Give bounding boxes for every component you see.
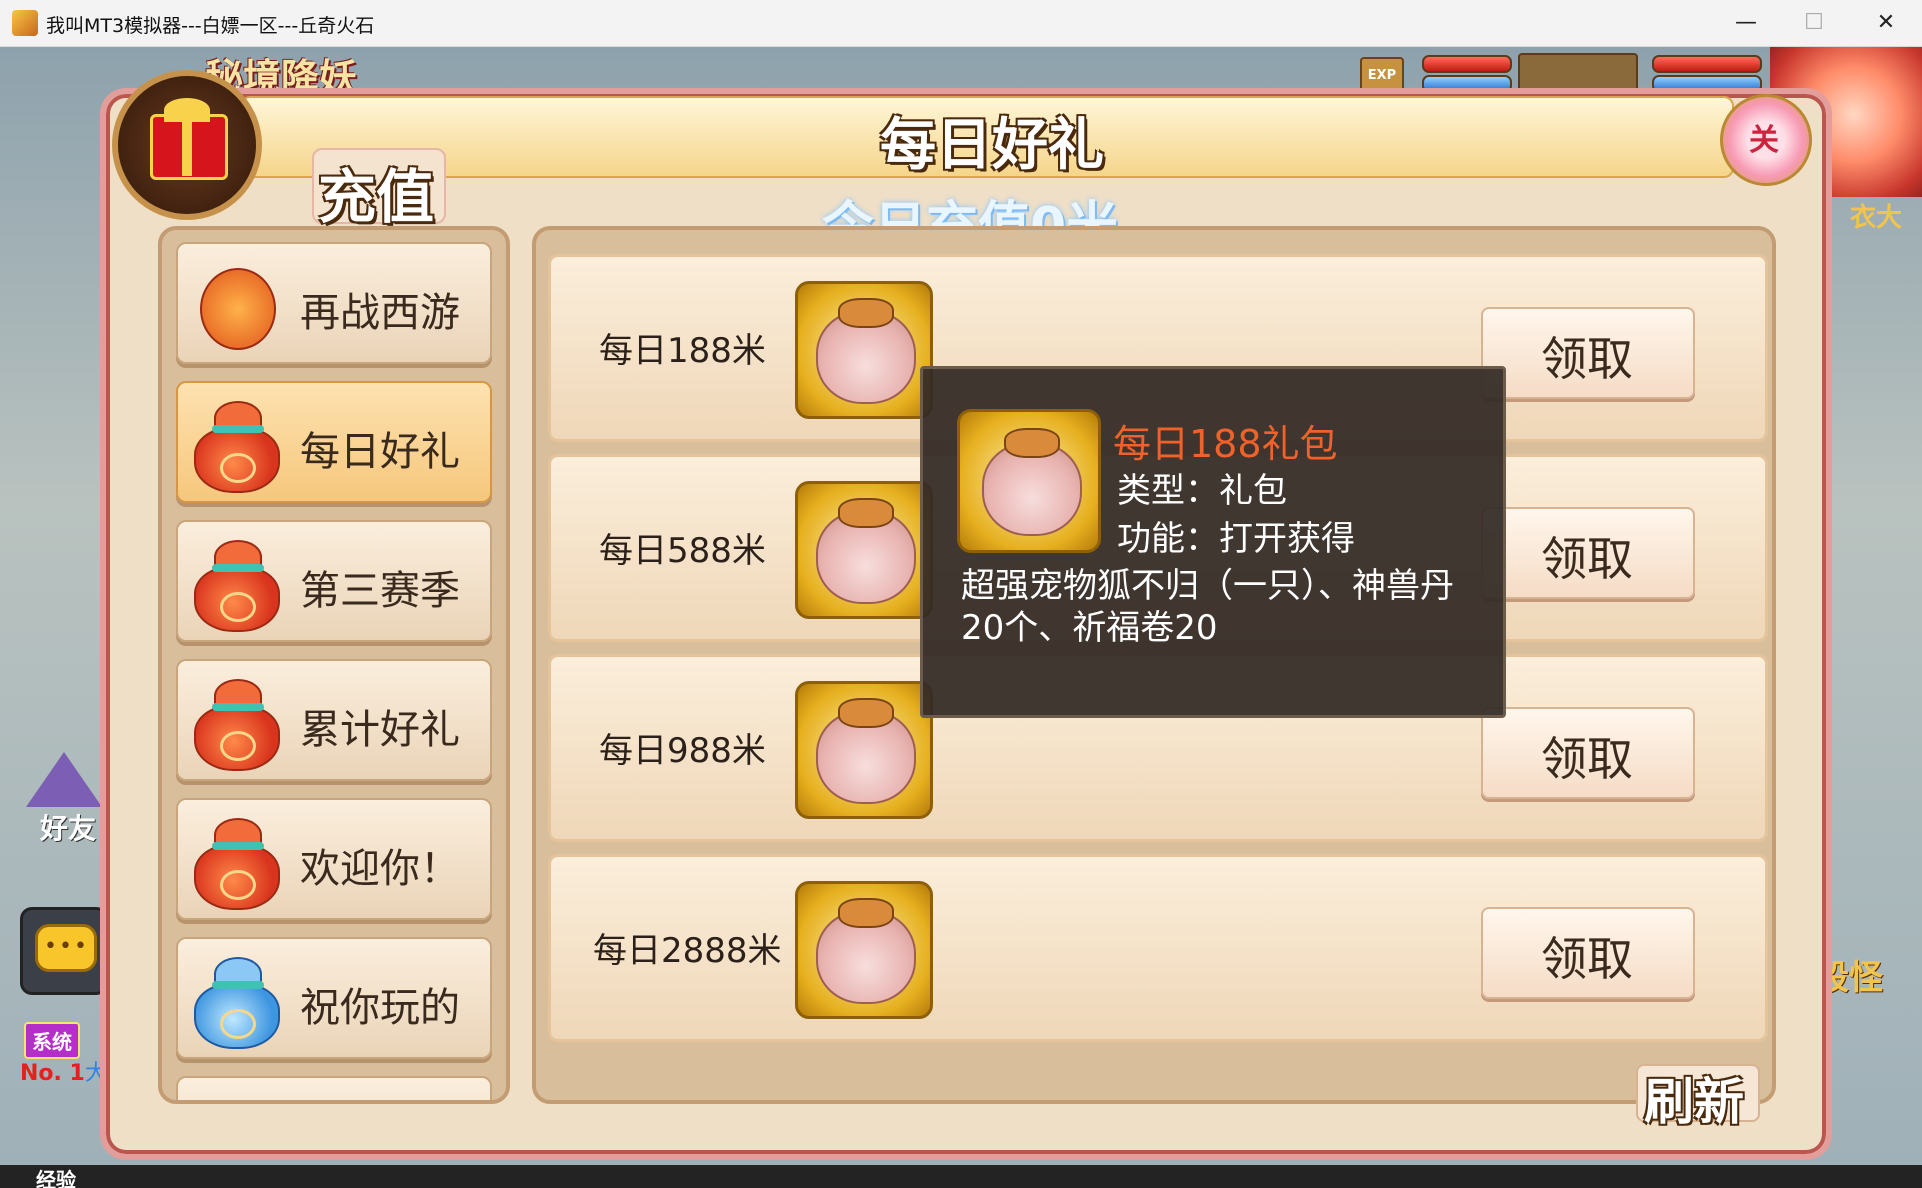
window-titlebar: 我叫MT3模拟器---白嫖一区---丘奇火石 — ☐ ✕: [0, 0, 1922, 47]
reward-label: 每日188米: [599, 331, 766, 371]
reward-row: 每日2888米 领取: [548, 854, 1768, 1042]
gift-bag-icon: [186, 393, 286, 493]
menu-item-label: 欢迎你！: [300, 846, 460, 892]
gift-pack-icon[interactable]: [795, 281, 933, 419]
menu-item-daily-gift[interactable]: 每日好礼: [176, 381, 492, 503]
tooltip-item-type: 类型：礼包: [1117, 471, 1287, 511]
menu-item-wish-fun[interactable]: 祝你玩的: [176, 937, 492, 1059]
dialog-title: 每日好礼: [880, 113, 1104, 178]
reward-label: 每日2888米: [593, 931, 782, 971]
maximize-button[interactable]: ☐: [1780, 0, 1848, 46]
gift-bag-icon: [186, 671, 286, 771]
exp-label: 经验: [36, 1168, 76, 1188]
tooltip-item-description: 超强宠物狐不归（一只）、神兽丹20个、祈福卷20: [961, 566, 1454, 648]
menu-item-label: 再战西游: [300, 290, 460, 336]
menu-item-welcome[interactable]: 欢迎你！: [176, 798, 492, 920]
gift-bag-icon: [186, 810, 286, 910]
menu-item-cumulative-gift[interactable]: 累计好礼: [176, 659, 492, 781]
chat-bubble-icon: •••: [35, 924, 97, 972]
item-tooltip: 每日188礼包 类型：礼包 功能：打开获得 超强宠物狐不归（一只）、神兽丹20个…: [920, 366, 1506, 718]
exp-bar: [0, 1165, 1922, 1188]
gift-pack-icon[interactable]: [795, 881, 933, 1019]
system-rank-number: No. 1: [20, 1061, 85, 1086]
menu-item-label: 祝你玩的: [300, 985, 460, 1031]
refresh-button[interactable]: 刷新: [1636, 1064, 1760, 1131]
menu-item-label: 第三赛季: [300, 568, 460, 614]
blue-bag-icon: [186, 949, 286, 1049]
claim-button-label: 领取: [1541, 932, 1633, 986]
recharge-tab-label[interactable]: 充值: [318, 150, 434, 234]
system-rank: No. 1大: [20, 1055, 107, 1087]
gift-box-icon: [112, 70, 262, 220]
gift-pack-icon[interactable]: [795, 481, 933, 619]
claim-button[interactable]: 领取: [1481, 307, 1695, 399]
menu-item-label: 累计好礼: [300, 707, 460, 753]
app-icon: [12, 10, 38, 36]
gift-bag-icon: [186, 532, 286, 632]
gift-pack-icon: [957, 409, 1101, 553]
close-window-button[interactable]: ✕: [1852, 0, 1920, 46]
window-title: 我叫MT3模拟器---白嫖一区---丘奇火石: [46, 15, 375, 37]
claim-button-label: 领取: [1541, 332, 1633, 386]
left-menu-panel[interactable]: 再战西游 每日好礼 第三赛季 累计好礼 欢迎你！ 祝你玩的: [158, 226, 510, 1104]
dialog-close-button[interactable]: 关: [1720, 94, 1812, 186]
tooltip-item-name: 每日188礼包: [1113, 422, 1338, 466]
claim-button-label: 领取: [1541, 732, 1633, 786]
chat-button[interactable]: •••: [20, 907, 108, 995]
friend-button[interactable]: 好友: [20, 752, 105, 852]
claim-button[interactable]: 领取: [1481, 907, 1695, 999]
refresh-label: 刷新: [1644, 1073, 1744, 1131]
friend-hat-icon: [26, 752, 102, 807]
reward-label: 每日988米: [599, 731, 766, 771]
minimize-button[interactable]: —: [1712, 0, 1780, 46]
claim-button-label: 领取: [1541, 532, 1633, 586]
menu-item-replay-journey[interactable]: 再战西游: [176, 242, 492, 364]
close-label: 关: [1749, 123, 1779, 158]
right-top-text: 衣大: [1850, 203, 1903, 233]
menu-item-season-three[interactable]: 第三赛季: [176, 520, 492, 642]
menu-item-label: 每日好礼: [300, 429, 460, 475]
gift-pack-icon[interactable]: [795, 681, 933, 819]
system-tag: 系统: [24, 1022, 80, 1059]
claim-button[interactable]: 领取: [1481, 707, 1695, 799]
tooltip-item-function: 功能：打开获得: [1117, 519, 1355, 559]
reward-label: 每日588米: [599, 531, 766, 571]
friend-label: 好友: [40, 812, 97, 845]
lantern-icon: [186, 254, 286, 354]
menu-item-partial[interactable]: [176, 1076, 492, 1100]
hp-bar: [1422, 55, 1512, 73]
claim-button[interactable]: 领取: [1481, 507, 1695, 599]
target-hp-bar: [1652, 55, 1762, 73]
